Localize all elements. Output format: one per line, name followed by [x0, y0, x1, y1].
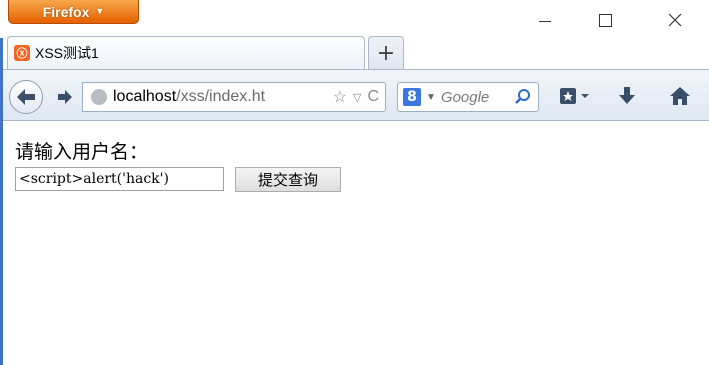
forward-button[interactable]	[54, 86, 76, 108]
home-icon	[670, 87, 690, 105]
tab-xss[interactable]: ⓧ XSS测试1	[7, 36, 365, 69]
dropdown-icon[interactable]: ▽	[353, 91, 361, 104]
bookmarks-button[interactable]	[555, 84, 595, 108]
back-arrow-icon	[17, 89, 35, 105]
maximize-icon	[598, 13, 612, 27]
g-icon[interactable]: 8	[403, 88, 421, 106]
tab-strip: ⓧ XSS测试1 +	[3, 36, 709, 69]
tab-title: XSS测试1	[35, 45, 99, 61]
url-bar[interactable]: localhost/xss/index.ht ☆ ▽ C	[82, 82, 386, 112]
new-tab-button[interactable]: +	[368, 36, 404, 69]
downloads-button[interactable]	[616, 84, 638, 108]
close-icon	[668, 13, 682, 27]
navigation-bar: localhost/xss/index.ht ☆ ▽ C 8 ▼ Google	[3, 69, 709, 121]
close-button[interactable]	[652, 6, 698, 34]
download-icon	[619, 87, 635, 104]
search-bar[interactable]: 8 ▼ Google	[397, 82, 539, 112]
plus-icon: +	[376, 40, 396, 66]
submit-button[interactable]: 提交查询	[235, 167, 341, 192]
minimize-icon	[539, 20, 551, 22]
page-content: 请输入用户名： 提交查询	[3, 121, 709, 365]
xampp-icon: ⓧ	[14, 45, 30, 61]
star-icon[interactable]: ☆	[333, 87, 347, 107]
url-actions: ☆ ▽ C	[330, 87, 379, 107]
maximize-button[interactable]	[582, 6, 628, 34]
title-bar: Firefox ▼	[0, 0, 709, 38]
chevron-down-icon[interactable]: ▼	[426, 92, 436, 103]
username-prompt: 请输入用户名：	[15, 141, 149, 163]
reload-icon[interactable]: C	[367, 88, 379, 106]
search-input[interactable]: Google	[441, 89, 499, 106]
bookmarks-icon	[560, 88, 589, 104]
firefox-menu-label: Firefox	[42, 3, 90, 20]
url-host: localhost	[113, 88, 177, 105]
chevron-down-icon: ▼	[95, 6, 105, 16]
firefox-menu-button[interactable]: Firefox ▼	[8, 0, 139, 24]
username-input[interactable]	[15, 167, 224, 191]
home-button[interactable]	[667, 84, 693, 108]
minimize-button[interactable]	[522, 6, 568, 34]
back-button[interactable]	[9, 80, 43, 114]
forward-arrow-icon	[58, 90, 72, 104]
globe-icon	[91, 89, 107, 105]
search-icon[interactable]	[514, 88, 532, 106]
url-path: /xss/index.ht	[176, 88, 266, 105]
